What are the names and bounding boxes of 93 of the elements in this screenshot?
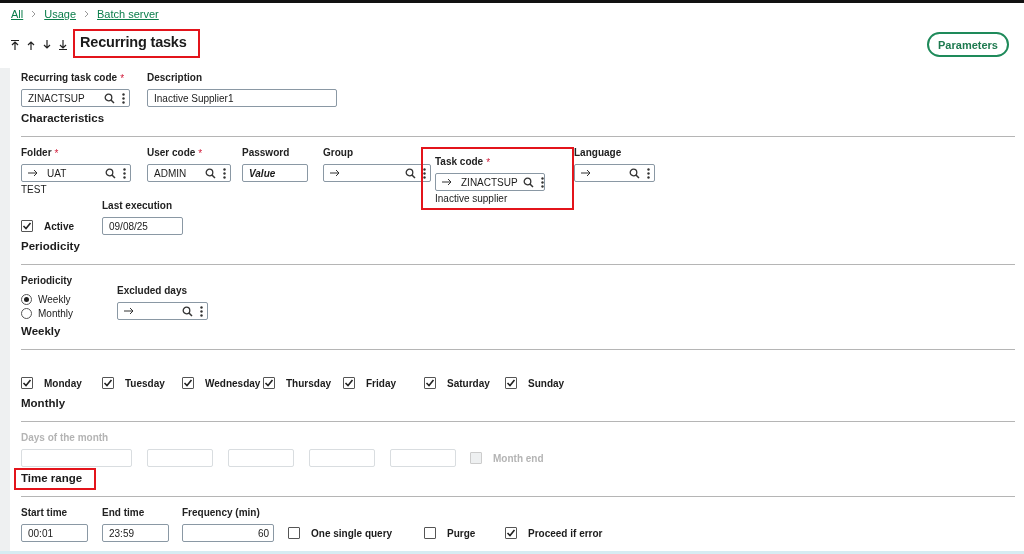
more-icon[interactable] [647, 167, 650, 179]
more-icon[interactable] [540, 176, 544, 188]
arrow-icon[interactable] [442, 178, 452, 186]
field-label: Excluded days [117, 285, 188, 297]
checkbox-label: Tuesday [125, 377, 165, 389]
checkbox[interactable] [102, 377, 114, 389]
section-heading: Periodicity [21, 240, 80, 252]
field-note: Inactive supplier [435, 193, 509, 205]
checkbox[interactable] [182, 377, 194, 389]
checkbox[interactable] [424, 527, 436, 539]
required-mark: * [486, 156, 491, 168]
input-field[interactable]: Inactive Supplier1 [147, 89, 337, 107]
breadcrumb-link[interactable]: Usage [44, 8, 77, 20]
field-label: Password [242, 147, 290, 159]
required-mark: * [198, 147, 203, 159]
breadcrumb-link[interactable]: All [11, 8, 24, 20]
checkbox[interactable] [343, 377, 355, 389]
chevron-icon [30, 10, 38, 18]
last-icon[interactable] [58, 38, 68, 51]
checkbox-label: Month end [493, 452, 544, 464]
checkbox[interactable] [288, 527, 300, 539]
required-mark: * [120, 72, 125, 84]
checkbox[interactable] [21, 377, 33, 389]
breadcrumb-link[interactable]: Batch server [97, 8, 159, 20]
input-field[interactable]: ZINACTSUP [435, 173, 545, 191]
section-heading: Time range [21, 472, 83, 484]
checkbox-label: Friday [366, 377, 396, 389]
arrow-icon[interactable] [330, 169, 340, 177]
search-icon[interactable] [105, 167, 116, 179]
input-field[interactable]: ADMIN [147, 164, 231, 182]
field-label: Recurring task code [21, 72, 118, 84]
field-label: Days of the month [21, 432, 109, 444]
arrow-icon[interactable] [581, 169, 591, 177]
checkbox-label: Purge [447, 527, 476, 539]
checkbox-label: Proceed if error [528, 527, 603, 539]
field-label: Frequency (min) [182, 507, 260, 519]
field-label: Task code [435, 156, 484, 168]
checkbox-label: Active [44, 220, 74, 232]
search-icon[interactable] [182, 305, 193, 317]
checkbox-label: Sunday [528, 377, 565, 389]
input-field[interactable] [574, 164, 655, 182]
section-heading: Characteristics [21, 112, 105, 124]
field-label: End time [102, 507, 145, 519]
radio-label: Weekly [38, 293, 71, 305]
field-label: Start time [21, 507, 68, 519]
checkbox-label: Monday [44, 377, 82, 389]
field-note: TEST [21, 184, 48, 196]
search-icon[interactable] [104, 92, 115, 104]
number-field[interactable]: 60 [182, 524, 274, 542]
checkbox-label: Wednesday [205, 377, 261, 389]
checkbox-label: Saturday [447, 377, 490, 389]
more-icon[interactable] [200, 305, 203, 317]
checkbox[interactable] [21, 220, 33, 232]
parameters-button[interactable]: Parameters [927, 32, 1009, 57]
section-heading: Monthly [21, 397, 66, 409]
more-icon[interactable] [423, 167, 426, 179]
down-arrow-icon[interactable] [42, 38, 52, 51]
page-title: Recurring tasks [80, 34, 187, 50]
input-field[interactable] [117, 302, 208, 320]
input-field[interactable]: 09/08/25 [102, 217, 183, 235]
password-field[interactable]: Value [242, 164, 308, 182]
input-field[interactable]: ZINACTSUP [21, 89, 130, 107]
search-icon[interactable] [629, 167, 640, 179]
field-label: Periodicity [21, 275, 74, 287]
search-icon[interactable] [522, 176, 534, 188]
required-mark: * [54, 147, 59, 159]
chevron-icon [83, 10, 91, 18]
field-label: Language [574, 147, 622, 159]
input-field[interactable] [323, 164, 431, 182]
first-icon[interactable] [10, 38, 20, 51]
arrow-icon[interactable] [28, 169, 38, 177]
more-icon[interactable] [123, 167, 126, 179]
checkbox[interactable] [263, 377, 275, 389]
field-label: User code [147, 147, 196, 159]
more-icon[interactable] [122, 92, 125, 104]
checkbox-label: One single query [311, 527, 393, 539]
input-field[interactable]: UAT [21, 164, 131, 182]
more-icon[interactable] [223, 167, 226, 179]
radio-label: Monthly [38, 307, 73, 319]
search-icon[interactable] [205, 167, 216, 179]
checkbox-label: Thursday [286, 377, 331, 389]
checkbox[interactable] [505, 377, 517, 389]
arrow-icon[interactable] [124, 307, 134, 315]
field-label: Description [147, 72, 202, 84]
field-label: Folder [21, 147, 52, 159]
input-field[interactable]: 23:59 [102, 524, 169, 542]
field-label: Last execution [102, 200, 173, 212]
search-icon[interactable] [405, 167, 416, 179]
section-heading: Weekly [21, 325, 61, 337]
input-field[interactable]: 00:01 [21, 524, 88, 542]
checkbox[interactable] [424, 377, 436, 389]
field-label: Group [323, 147, 353, 159]
checkbox[interactable] [505, 527, 517, 539]
